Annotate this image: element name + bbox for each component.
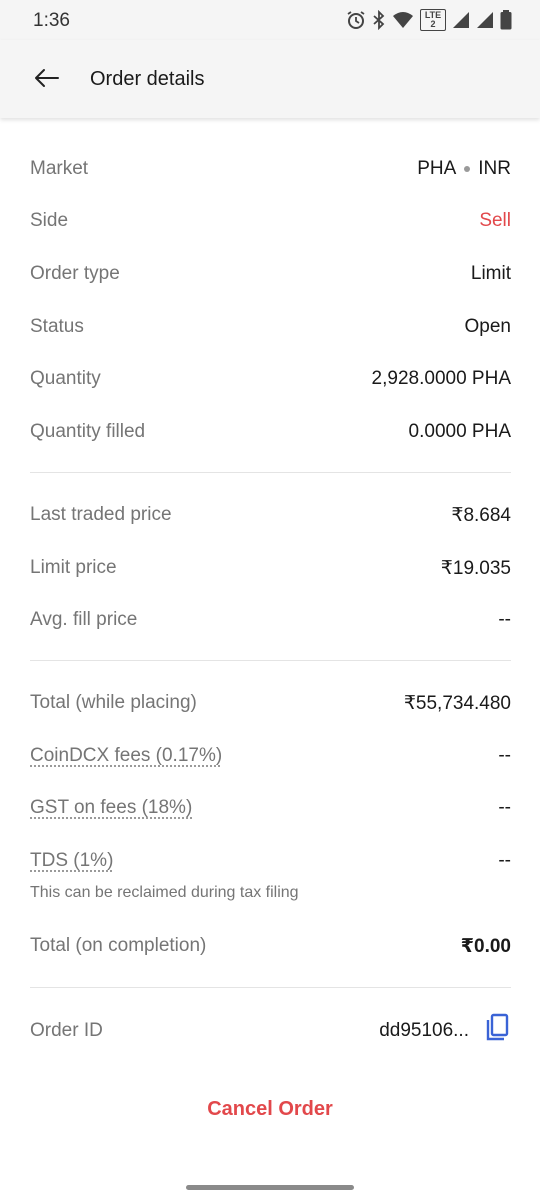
alarm-icon [346,10,366,30]
order-type-value: Limit [470,263,511,284]
market-separator [464,166,471,172]
side-value: Sell [479,210,511,231]
status-row: Status Open [30,312,511,342]
fees-value: -- [498,745,511,766]
side-row: Side Sell [30,206,511,236]
market-label: Market [30,158,89,179]
order-id-label: Order ID [30,1020,103,1041]
avg-fill-price-value: -- [498,609,511,630]
battery-icon [500,10,512,30]
quantity-value: 2,928.0000 PHA [371,368,511,389]
market-value: PHA INR [417,158,511,180]
quantity-filled-row: Quantity filled 0.0000 PHA [30,417,511,447]
back-arrow-icon [33,68,59,93]
bluetooth-icon [372,10,386,30]
lte-badge: LTE 2 [420,9,446,31]
quantity-label: Quantity [30,368,101,389]
signal-icon-2 [476,11,494,29]
market-row: Market PHA INR [30,154,511,184]
limit-price-value: ₹19.035 [440,557,511,579]
page-title: Order details [90,68,205,90]
status-bar: 1:36 LTE 2 [0,0,540,40]
total-completion-row: Total (on completion) ₹0.00 [30,931,511,961]
order-type-row: Order type Limit [30,259,511,289]
quantity-filled-value: 0.0000 PHA [408,421,511,442]
status-icons: LTE 2 [346,9,512,31]
market-base: PHA [417,158,457,179]
cancel-order-button[interactable]: Cancel Order [0,1098,540,1121]
signal-icon [452,11,470,29]
divider [30,987,511,988]
status-label: Status [30,316,84,337]
quantity-filled-label: Quantity filled [30,421,146,442]
divider [30,472,511,473]
app-bar: Order details [0,40,540,118]
status-value: Open [464,316,511,337]
copy-button[interactable] [483,1013,511,1049]
market-quote: INR [478,158,511,179]
tds-value: -- [498,850,511,871]
tds-row: TDS (1%) -- [30,846,511,876]
wifi-icon [392,11,414,29]
divider [30,660,511,661]
total-completion-value: ₹0.00 [460,935,511,957]
gst-label[interactable]: GST on fees (18%) [30,797,192,819]
order-id-row: Order ID dd95106... [30,1013,511,1049]
last-traded-price-row: Last traded price ₹8.684 [30,500,511,530]
tds-note: This can be reclaimed during tax filing [30,884,299,901]
side-label: Side [30,210,69,231]
limit-price-row: Limit price ₹19.035 [30,553,511,583]
total-placing-label: Total (while placing) [30,692,197,713]
fees-row: CoinDCX fees (0.17%) -- [30,741,511,771]
gst-row: GST on fees (18%) -- [30,793,511,823]
fees-label[interactable]: CoinDCX fees (0.17%) [30,745,222,767]
total-placing-row: Total (while placing) ₹55,734.480 [30,688,511,718]
order-id-value-group: dd95106... [379,1013,511,1049]
avg-fill-price-label: Avg. fill price [30,609,138,630]
gst-value: -- [498,797,511,818]
limit-price-label: Limit price [30,557,117,578]
quantity-row: Quantity 2,928.0000 PHA [30,364,511,394]
last-traded-price-label: Last traded price [30,504,172,525]
back-button[interactable] [26,60,66,100]
order-id-value: dd95106... [379,1020,469,1041]
avg-fill-price-row: Avg. fill price -- [30,605,511,635]
order-type-label: Order type [30,263,120,284]
home-indicator[interactable] [186,1185,354,1190]
last-traded-price-value: ₹8.684 [451,504,511,526]
copy-icon [484,1013,510,1049]
total-completion-label: Total (on completion) [30,935,207,956]
status-time: 1:36 [33,10,70,31]
tds-label[interactable]: TDS (1%) [30,850,113,872]
total-placing-value: ₹55,734.480 [403,692,511,714]
